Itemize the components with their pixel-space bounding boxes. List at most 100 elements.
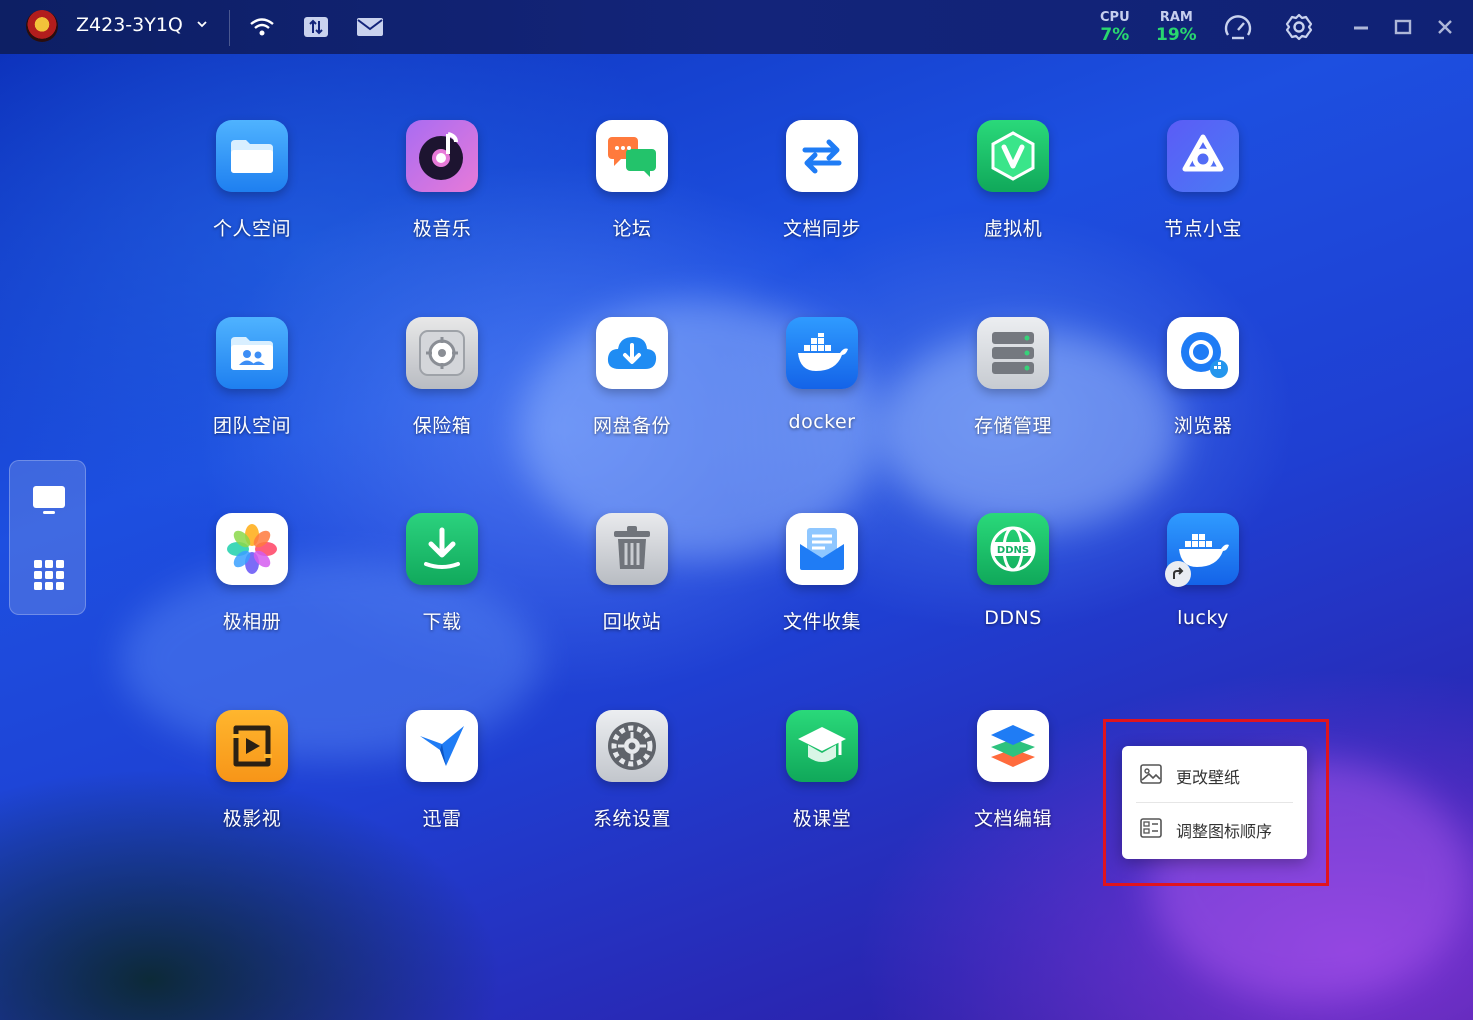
side-dock [9, 460, 86, 615]
app-doc-sync[interactable]: 文档同步 [747, 120, 897, 241]
ddns-globe-icon: DDNS [977, 513, 1049, 585]
graduation-cap-icon [786, 710, 858, 782]
desktop-icon[interactable] [28, 479, 70, 521]
app-photos[interactable]: 极相册 [177, 513, 327, 634]
app-forum[interactable]: 论坛 [557, 120, 707, 241]
menu-item-change-wallpaper[interactable]: 更改壁纸 [1122, 749, 1307, 803]
transfer-icon[interactable] [302, 14, 330, 40]
chevron-down-icon[interactable] [196, 18, 208, 34]
storage-server-icon [977, 317, 1049, 389]
video-icon [216, 710, 288, 782]
app-label: 团队空间 [212, 415, 291, 437]
thunder-bird-icon [406, 710, 478, 782]
vm-hexagon-icon [977, 120, 1049, 192]
context-menu: 更改壁纸 调整图标顺序 [1122, 746, 1307, 859]
app-ddns[interactable]: DDNS DDNS [938, 513, 1088, 629]
app-label: 文档同步 [782, 218, 861, 240]
app-recycle-bin[interactable]: 回收站 [557, 513, 707, 634]
app-label: 存储管理 [973, 415, 1052, 437]
node-knot-icon [1167, 120, 1239, 192]
sync-arrows-icon [786, 120, 858, 192]
app-label: 个人空间 [212, 218, 291, 240]
photo-flower-icon [216, 513, 288, 585]
app-download[interactable]: 下载 [367, 513, 517, 634]
app-music[interactable]: 极音乐 [367, 120, 517, 241]
cloud-backup-icon [596, 317, 668, 389]
app-label: docker [788, 411, 856, 433]
app-safe[interactable]: 保险箱 [367, 317, 517, 438]
app-label: 浏览器 [1173, 415, 1233, 437]
app-lucky[interactable]: lucky [1128, 513, 1278, 629]
app-node[interactable]: 节点小宝 [1128, 120, 1278, 241]
app-personal-space[interactable]: 个人空间 [177, 120, 327, 241]
svg-text:DDNS: DDNS [997, 545, 1029, 556]
docker-shortcut-icon [1165, 513, 1239, 587]
cpu-stat: CPU 7% [1100, 10, 1130, 45]
cpu-label: CPU [1100, 10, 1130, 25]
ram-value: 19% [1156, 25, 1197, 45]
app-label: 极影视 [222, 808, 282, 830]
app-label: 保险箱 [412, 415, 472, 437]
app-label: 论坛 [612, 218, 652, 240]
close-icon[interactable] [1432, 14, 1458, 40]
mail-icon[interactable] [356, 14, 384, 40]
maximize-icon[interactable] [1390, 14, 1416, 40]
app-grid-icon[interactable] [28, 554, 70, 596]
avatar[interactable] [26, 10, 58, 42]
app-label: 下载 [422, 611, 462, 633]
wallpaper-icon [1140, 764, 1162, 788]
app-browser[interactable]: 浏览器 [1128, 317, 1278, 438]
icon-order-icon [1140, 818, 1162, 842]
forum-chat-icon [596, 120, 668, 192]
browser-icon [1167, 317, 1239, 389]
app-classroom[interactable]: 极课堂 [747, 710, 897, 831]
app-label: 极音乐 [412, 218, 472, 240]
wifi-icon[interactable] [248, 14, 276, 40]
app-docker[interactable]: docker [747, 317, 897, 433]
settings-gear-icon [596, 710, 668, 782]
app-label: 极相册 [222, 611, 282, 633]
menu-item-label: 调整图标顺序 [1176, 822, 1273, 841]
music-disc-icon [406, 120, 478, 192]
safe-icon [406, 317, 478, 389]
file-collect-icon [786, 513, 858, 585]
top-bar: Z423-3Y1Q CPU 7% RAM 19% [0, 0, 1473, 54]
cpu-value: 7% [1100, 25, 1130, 45]
app-label: 网盘备份 [592, 415, 671, 437]
divider [229, 10, 230, 46]
app-label: DDNS [984, 607, 1042, 629]
speed-gauge-icon[interactable] [1222, 12, 1254, 44]
app-label: 回收站 [602, 611, 662, 633]
app-label: lucky [1177, 607, 1229, 629]
app-cloud-backup[interactable]: 网盘备份 [557, 317, 707, 438]
layers-icon [977, 710, 1049, 782]
device-name[interactable]: Z423-3Y1Q [76, 14, 183, 36]
app-label: 虚拟机 [983, 218, 1043, 240]
app-label: 文件收集 [782, 611, 861, 633]
ram-stat: RAM 19% [1156, 10, 1197, 45]
app-thunder[interactable]: 迅雷 [367, 710, 517, 831]
app-label: 极课堂 [792, 808, 852, 830]
app-vm[interactable]: 虚拟机 [938, 120, 1088, 241]
folder-icon [216, 120, 288, 192]
minimize-icon[interactable] [1348, 14, 1374, 40]
app-label: 文档编辑 [973, 808, 1052, 830]
app-label: 系统设置 [592, 808, 671, 830]
app-label: 迅雷 [422, 808, 462, 830]
shortcut-arrow-icon [1165, 561, 1191, 587]
settings-gear-icon[interactable] [1283, 11, 1315, 43]
app-team-space[interactable]: 团队空间 [177, 317, 327, 438]
trash-icon [596, 513, 668, 585]
team-folder-icon [216, 317, 288, 389]
menu-item-adjust-icon-order[interactable]: 调整图标顺序 [1122, 803, 1307, 857]
app-system-settings[interactable]: 系统设置 [557, 710, 707, 831]
menu-item-label: 更改壁纸 [1176, 768, 1241, 787]
docker-whale-icon [786, 317, 858, 389]
app-label: 节点小宝 [1163, 218, 1242, 240]
download-icon [406, 513, 478, 585]
app-storage[interactable]: 存储管理 [938, 317, 1088, 438]
app-doc-editor[interactable]: 文档编辑 [938, 710, 1088, 831]
app-video[interactable]: 极影视 [177, 710, 327, 831]
ram-label: RAM [1159, 10, 1193, 25]
app-file-collect[interactable]: 文件收集 [747, 513, 897, 634]
